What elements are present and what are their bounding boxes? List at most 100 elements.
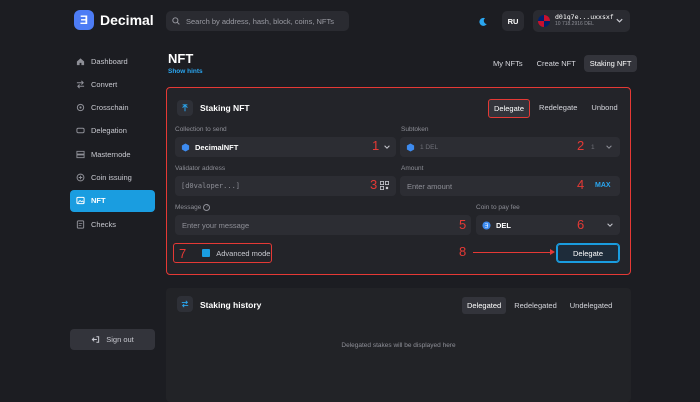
search-bar[interactable] [166, 11, 349, 31]
tab-undelegated[interactable]: Undelegated [565, 297, 618, 314]
tab-delegated[interactable]: Delegated [462, 297, 507, 314]
theme-toggle[interactable] [474, 13, 491, 30]
decimal-logo-icon: Ǝ [74, 10, 94, 30]
tab-redelegate[interactable]: Redelegate [534, 99, 582, 118]
subtoken-value: 1 DEL [420, 143, 439, 151]
tab-redelegated[interactable]: Redelegated [509, 297, 562, 314]
search-input[interactable] [186, 16, 346, 26]
moon-icon [478, 17, 487, 26]
sidebar-item-masternode[interactable]: Masternode [70, 143, 155, 165]
chevron-down-icon [384, 145, 390, 149]
account-menu[interactable]: d01q7e...uxxsxf 10 718.2916 DEL [533, 10, 630, 32]
page-title: NFT [168, 51, 194, 66]
tab-create-nft[interactable]: Create NFT [531, 55, 582, 72]
message-label: Message? [175, 204, 211, 211]
delegate-button[interactable]: Delegate [556, 243, 620, 263]
account-balance: 10 718.2916 DEL [555, 20, 594, 27]
chevron-down-icon [606, 145, 612, 149]
delegation-icon [76, 126, 85, 135]
brand-name: Decimal [100, 12, 154, 28]
message-input[interactable] [182, 220, 471, 230]
sidebar-item-label: Masternode [91, 149, 131, 159]
subtoken-label: Subtoken [401, 126, 429, 133]
collection-label: Collection to send [175, 126, 227, 133]
sidebar-item-label: Delegation [91, 126, 127, 136]
subtoken-count: 1 [591, 143, 595, 151]
sidebar-item-label: Coin issuing [91, 172, 132, 182]
sidebar-item-label: NFT [91, 196, 106, 206]
advanced-mode-toggle[interactable]: 7 Advanced mode [173, 243, 272, 263]
message-field[interactable] [175, 215, 471, 235]
tab-my-nfts[interactable]: My NFTs [487, 55, 529, 72]
sidebar: Dashboard Convert Crosschain Delegation … [70, 50, 155, 236]
history-tabs: Delegated Redelegated Undelegated [462, 297, 617, 314]
swap-icon [177, 296, 193, 312]
staking-title: Staking NFT [200, 103, 250, 113]
sidebar-item-checks[interactable]: Checks [70, 213, 155, 235]
max-button[interactable]: MAX [595, 182, 611, 189]
staking-tabs: Delegate Redelegate Unbond [488, 99, 623, 118]
image-icon [76, 196, 85, 205]
sidebar-item-dashboard[interactable]: Dashboard [70, 50, 155, 72]
fee-coin-value: DEL [496, 220, 511, 230]
tab-delegate[interactable]: Delegate [488, 99, 531, 118]
convert-icon [76, 80, 85, 89]
del-coin-icon: Ǝ [482, 220, 491, 230]
sidebar-item-nft[interactable]: NFT [70, 189, 155, 212]
info-icon[interactable]: ? [203, 204, 211, 211]
validator-value: [d0valoper...] [181, 182, 241, 190]
home-icon [76, 57, 85, 66]
svg-text:Ǝ: Ǝ [485, 223, 489, 229]
search-icon [172, 17, 180, 25]
nft-tabs: My NFTs Create NFT Staking NFT [487, 55, 638, 72]
qr-code-icon[interactable] [380, 181, 389, 190]
staking-history-title: Staking history [200, 300, 262, 310]
tab-unbond[interactable]: Unbond [586, 99, 622, 118]
coin-icon [76, 173, 85, 182]
sidebar-item-crosschain[interactable]: Crosschain [70, 97, 155, 119]
masternode-icon [76, 150, 85, 159]
crosschain-icon [76, 103, 85, 112]
sidebar-item-coin-issuing[interactable]: Coin issuing [70, 166, 155, 188]
validator-address-field[interactable]: [d0valoper...] [175, 176, 396, 196]
collection-select[interactable]: DecimalNFT [175, 137, 396, 157]
sign-out-label: Sign out [106, 335, 134, 344]
annotation-2: 2 [577, 138, 585, 153]
collection-value: DecimalNFT [195, 142, 239, 152]
validator-label: Validator address [175, 165, 226, 172]
show-hints-link[interactable]: Show hints [168, 68, 203, 75]
sidebar-item-delegation[interactable]: Delegation [70, 120, 155, 142]
annotation-arrow [473, 249, 555, 255]
sign-out-button[interactable]: Sign out [70, 329, 155, 350]
annotation-5: 5 [459, 217, 467, 232]
top-bar: Ǝ Decimal RU d01q7e...uxxsxf 10 718.2916… [0, 0, 700, 42]
sidebar-item-label: Convert [91, 79, 118, 89]
annotation-8: 8 [459, 244, 467, 259]
amount-field[interactable] [400, 176, 620, 196]
fee-label: Coin to pay fee [476, 204, 520, 211]
hexagon-icon [181, 142, 190, 152]
chevron-down-icon [616, 18, 623, 23]
chevron-down-icon [607, 223, 613, 227]
annotation-6: 6 [577, 217, 585, 232]
sidebar-item-label: Crosschain [91, 103, 129, 113]
logout-icon [91, 336, 100, 343]
annotation-3: 3 [370, 177, 378, 192]
advanced-mode-label: Advanced mode [216, 248, 271, 258]
annotation-4: 4 [577, 177, 585, 192]
history-empty-message: Delegated stakes will be displayed here [341, 342, 456, 349]
hexagon-icon [406, 142, 415, 152]
language-button[interactable]: RU [502, 11, 524, 31]
tab-staking-nft[interactable]: Staking NFT [583, 55, 638, 72]
subtoken-select[interactable]: 1 DEL 1 [400, 137, 620, 157]
amount-label: Amount [401, 165, 424, 172]
annotation-1: 1 [372, 138, 380, 153]
brand-logo[interactable]: Ǝ Decimal [74, 10, 154, 30]
advanced-mode-checkbox[interactable] [202, 249, 211, 257]
sidebar-item-label: Dashboard [91, 56, 128, 66]
sidebar-item-convert[interactable]: Convert [70, 73, 155, 95]
upload-icon [177, 100, 193, 116]
amount-input[interactable] [407, 181, 620, 191]
account-avatar-icon [538, 15, 550, 27]
fee-coin-select[interactable]: Ǝ DEL [476, 215, 620, 235]
